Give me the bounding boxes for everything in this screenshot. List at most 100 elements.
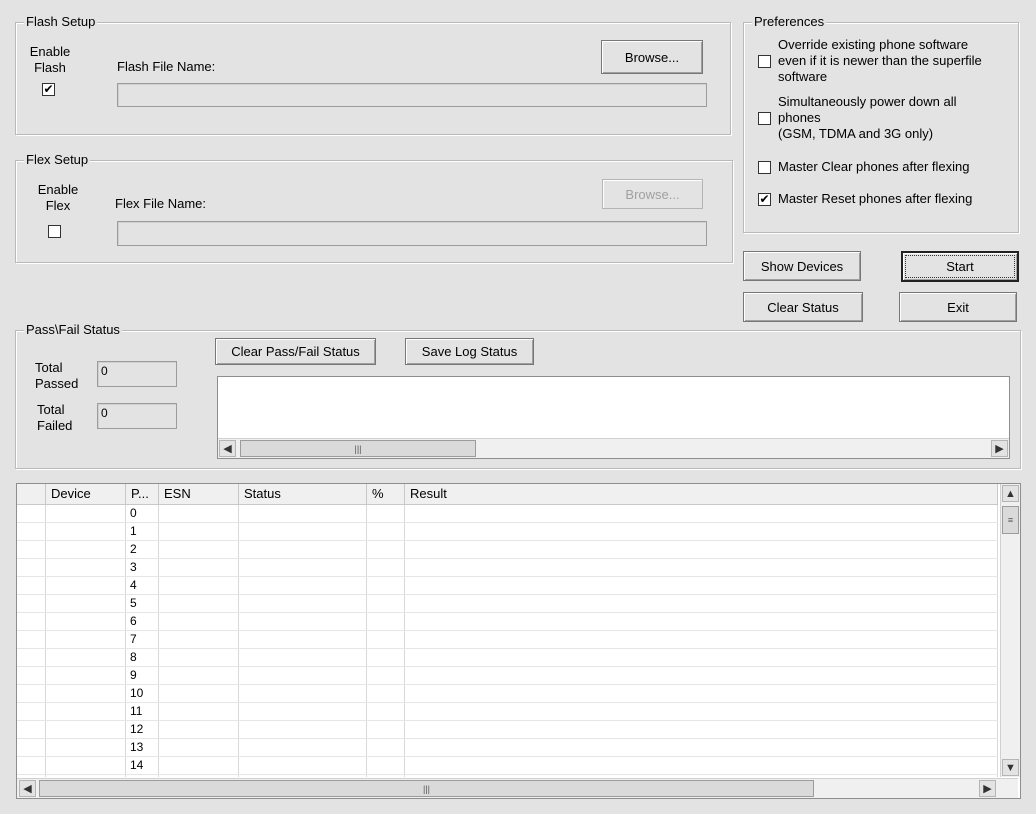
enable-flex-checkbox[interactable]	[48, 225, 61, 238]
table-row[interactable]: 10	[17, 685, 998, 703]
master-reset-checkbox[interactable]: ✔	[758, 193, 771, 206]
log-hscrollbar[interactable]: ◀ ||| ▶	[218, 438, 1009, 458]
percent-cell[interactable]	[367, 649, 405, 666]
result-cell[interactable]	[405, 703, 998, 720]
port-cell[interactable]: 5	[126, 595, 159, 612]
port-cell[interactable]: 13	[126, 739, 159, 756]
esn-cell[interactable]	[159, 685, 239, 702]
flex-browse-button[interactable]: Browse...	[602, 179, 703, 209]
clear-pass-fail-button[interactable]: Clear Pass/Fail Status	[215, 338, 376, 365]
port-cell[interactable]: 7	[126, 631, 159, 648]
device-cell[interactable]	[46, 523, 126, 540]
row-selector-cell[interactable]	[17, 631, 46, 648]
percent-cell[interactable]	[367, 523, 405, 540]
port-cell[interactable]: 2	[126, 541, 159, 558]
result-cell[interactable]	[405, 577, 998, 594]
log-scroll-thumb[interactable]: |||	[240, 440, 476, 457]
result-cell[interactable]	[405, 505, 998, 522]
port-cell[interactable]: 11	[126, 703, 159, 720]
override-software-checkbox[interactable]	[758, 55, 771, 68]
table-row[interactable]: 13	[17, 739, 998, 757]
device-table[interactable]: Device P... ESN Status % Result 01234567…	[16, 483, 1021, 799]
port-cell[interactable]: 8	[126, 649, 159, 666]
start-button[interactable]: Start	[901, 251, 1019, 282]
port-cell[interactable]: 12	[126, 721, 159, 738]
table-scroll-up-icon[interactable]: ▲	[1002, 485, 1019, 502]
show-devices-button[interactable]: Show Devices	[743, 251, 861, 281]
result-cell[interactable]	[405, 721, 998, 738]
row-selector-cell[interactable]	[17, 559, 46, 576]
table-hscrollbar[interactable]: ◀ ||| ▶	[17, 778, 1018, 798]
port-cell[interactable]: 15	[126, 775, 159, 777]
port-cell[interactable]: 4	[126, 577, 159, 594]
percent-cell[interactable]	[367, 559, 405, 576]
port-cell[interactable]: 10	[126, 685, 159, 702]
esn-cell[interactable]	[159, 505, 239, 522]
table-row[interactable]: 12	[17, 721, 998, 739]
status-cell[interactable]	[239, 667, 367, 684]
row-selector-cell[interactable]	[17, 667, 46, 684]
percent-cell[interactable]	[367, 667, 405, 684]
status-cell[interactable]	[239, 739, 367, 756]
esn-cell[interactable]	[159, 613, 239, 630]
status-cell[interactable]	[239, 757, 367, 774]
row-selector-cell[interactable]	[17, 703, 46, 720]
column-header-result[interactable]: Result	[405, 484, 998, 504]
esn-cell[interactable]	[159, 775, 239, 777]
device-cell[interactable]	[46, 721, 126, 738]
row-selector-cell[interactable]	[17, 505, 46, 522]
result-cell[interactable]	[405, 775, 998, 777]
table-row[interactable]: 2	[17, 541, 998, 559]
row-selector-cell[interactable]	[17, 541, 46, 558]
esn-cell[interactable]	[159, 559, 239, 576]
esn-cell[interactable]	[159, 721, 239, 738]
row-selector-cell[interactable]	[17, 739, 46, 756]
table-row[interactable]: 1	[17, 523, 998, 541]
flash-browse-button[interactable]: Browse...	[601, 40, 703, 74]
save-log-button[interactable]: Save Log Status	[405, 338, 534, 365]
table-hscroll-thumb[interactable]: |||	[39, 780, 814, 797]
port-cell[interactable]: 3	[126, 559, 159, 576]
table-vscroll-thumb[interactable]: ≡	[1002, 506, 1019, 534]
row-selector-cell[interactable]	[17, 577, 46, 594]
master-clear-checkbox[interactable]	[758, 161, 771, 174]
device-cell[interactable]	[46, 577, 126, 594]
device-cell[interactable]	[46, 667, 126, 684]
percent-cell[interactable]	[367, 703, 405, 720]
row-selector-cell[interactable]	[17, 721, 46, 738]
table-scroll-right-icon[interactable]: ▶	[979, 780, 996, 797]
status-cell[interactable]	[239, 703, 367, 720]
status-cell[interactable]	[239, 541, 367, 558]
row-selector-cell[interactable]	[17, 595, 46, 612]
table-row[interactable]: 8	[17, 649, 998, 667]
table-row[interactable]: 5	[17, 595, 998, 613]
percent-cell[interactable]	[367, 577, 405, 594]
column-header-percent[interactable]: %	[367, 484, 405, 504]
table-row[interactable]: 9	[17, 667, 998, 685]
clear-status-button[interactable]: Clear Status	[743, 292, 863, 322]
table-row[interactable]: 0	[17, 505, 998, 523]
result-cell[interactable]	[405, 631, 998, 648]
device-cell[interactable]	[46, 541, 126, 558]
esn-cell[interactable]	[159, 577, 239, 594]
result-cell[interactable]	[405, 685, 998, 702]
device-cell[interactable]	[46, 559, 126, 576]
device-cell[interactable]	[46, 757, 126, 774]
percent-cell[interactable]	[367, 775, 405, 777]
flash-file-name-field[interactable]	[117, 83, 707, 107]
percent-cell[interactable]	[367, 721, 405, 738]
row-selector-cell[interactable]	[17, 775, 46, 777]
esn-cell[interactable]	[159, 523, 239, 540]
column-header-status[interactable]: Status	[239, 484, 367, 504]
status-cell[interactable]	[239, 631, 367, 648]
device-cell[interactable]	[46, 505, 126, 522]
status-cell[interactable]	[239, 595, 367, 612]
table-row[interactable]: 14	[17, 757, 998, 775]
table-row[interactable]: 3	[17, 559, 998, 577]
table-scroll-down-icon[interactable]: ▼	[1002, 759, 1019, 776]
esn-cell[interactable]	[159, 649, 239, 666]
percent-cell[interactable]	[367, 739, 405, 756]
port-cell[interactable]: 9	[126, 667, 159, 684]
esn-cell[interactable]	[159, 541, 239, 558]
column-header-port[interactable]: P...	[126, 484, 159, 504]
